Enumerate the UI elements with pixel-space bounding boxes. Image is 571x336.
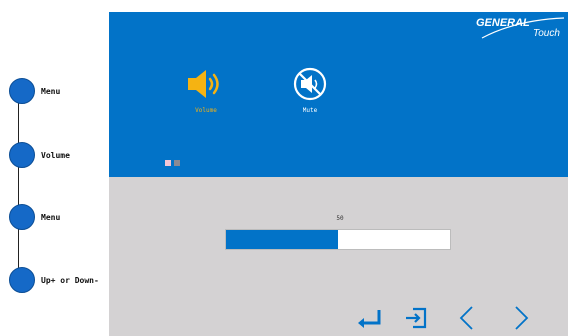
- callout-dot: [9, 142, 35, 168]
- brand-logo: GENERAL Touch: [476, 17, 565, 39]
- callout-dot: [9, 267, 35, 293]
- exit-icon[interactable]: [403, 304, 431, 332]
- volume-slider[interactable]: [225, 229, 451, 250]
- callout-up-down: Up+ or Down-: [9, 266, 99, 294]
- callout-panel: Menu Volume Menu Up+ or Down-: [0, 0, 109, 336]
- osd-screen: GENERAL Touch Volume Mute: [109, 12, 568, 336]
- chevron-right-icon[interactable]: [506, 304, 534, 332]
- chevron-left-icon[interactable]: [454, 304, 482, 332]
- callout-label: Volume: [41, 150, 70, 160]
- callout-dot: [9, 78, 35, 104]
- menu-item-mute[interactable]: Mute: [280, 67, 340, 114]
- callout-label: Menu: [41, 212, 61, 222]
- callout-label: Up+ or Down-: [41, 275, 99, 285]
- volume-value: 50: [336, 215, 344, 222]
- callout-menu: Menu: [9, 77, 60, 105]
- svg-text:GENERAL: GENERAL: [476, 17, 530, 29]
- menu-item-label: Mute: [302, 107, 318, 114]
- callout-menu-2: Menu: [9, 203, 60, 231]
- volume-slider-fill: [226, 230, 338, 249]
- svg-text:Touch: Touch: [533, 28, 560, 39]
- callout-dot: [9, 204, 35, 230]
- callout-volume: Volume: [9, 141, 70, 169]
- page-dot-active[interactable]: [165, 160, 171, 166]
- callout-label: Menu: [41, 86, 61, 96]
- menu-item-volume[interactable]: Volume: [176, 67, 236, 114]
- enter-icon[interactable]: [355, 304, 383, 332]
- callout-connector-line: [18, 90, 19, 282]
- mute-icon: [293, 67, 327, 101]
- volume-icon: [188, 70, 219, 98]
- osd-menu-area: GENERAL Touch Volume Mute: [109, 12, 568, 177]
- page-dot[interactable]: [174, 160, 180, 166]
- page-indicator: [165, 160, 180, 166]
- menu-item-label: Volume: [195, 107, 217, 114]
- osd-adjust-area: [109, 177, 568, 336]
